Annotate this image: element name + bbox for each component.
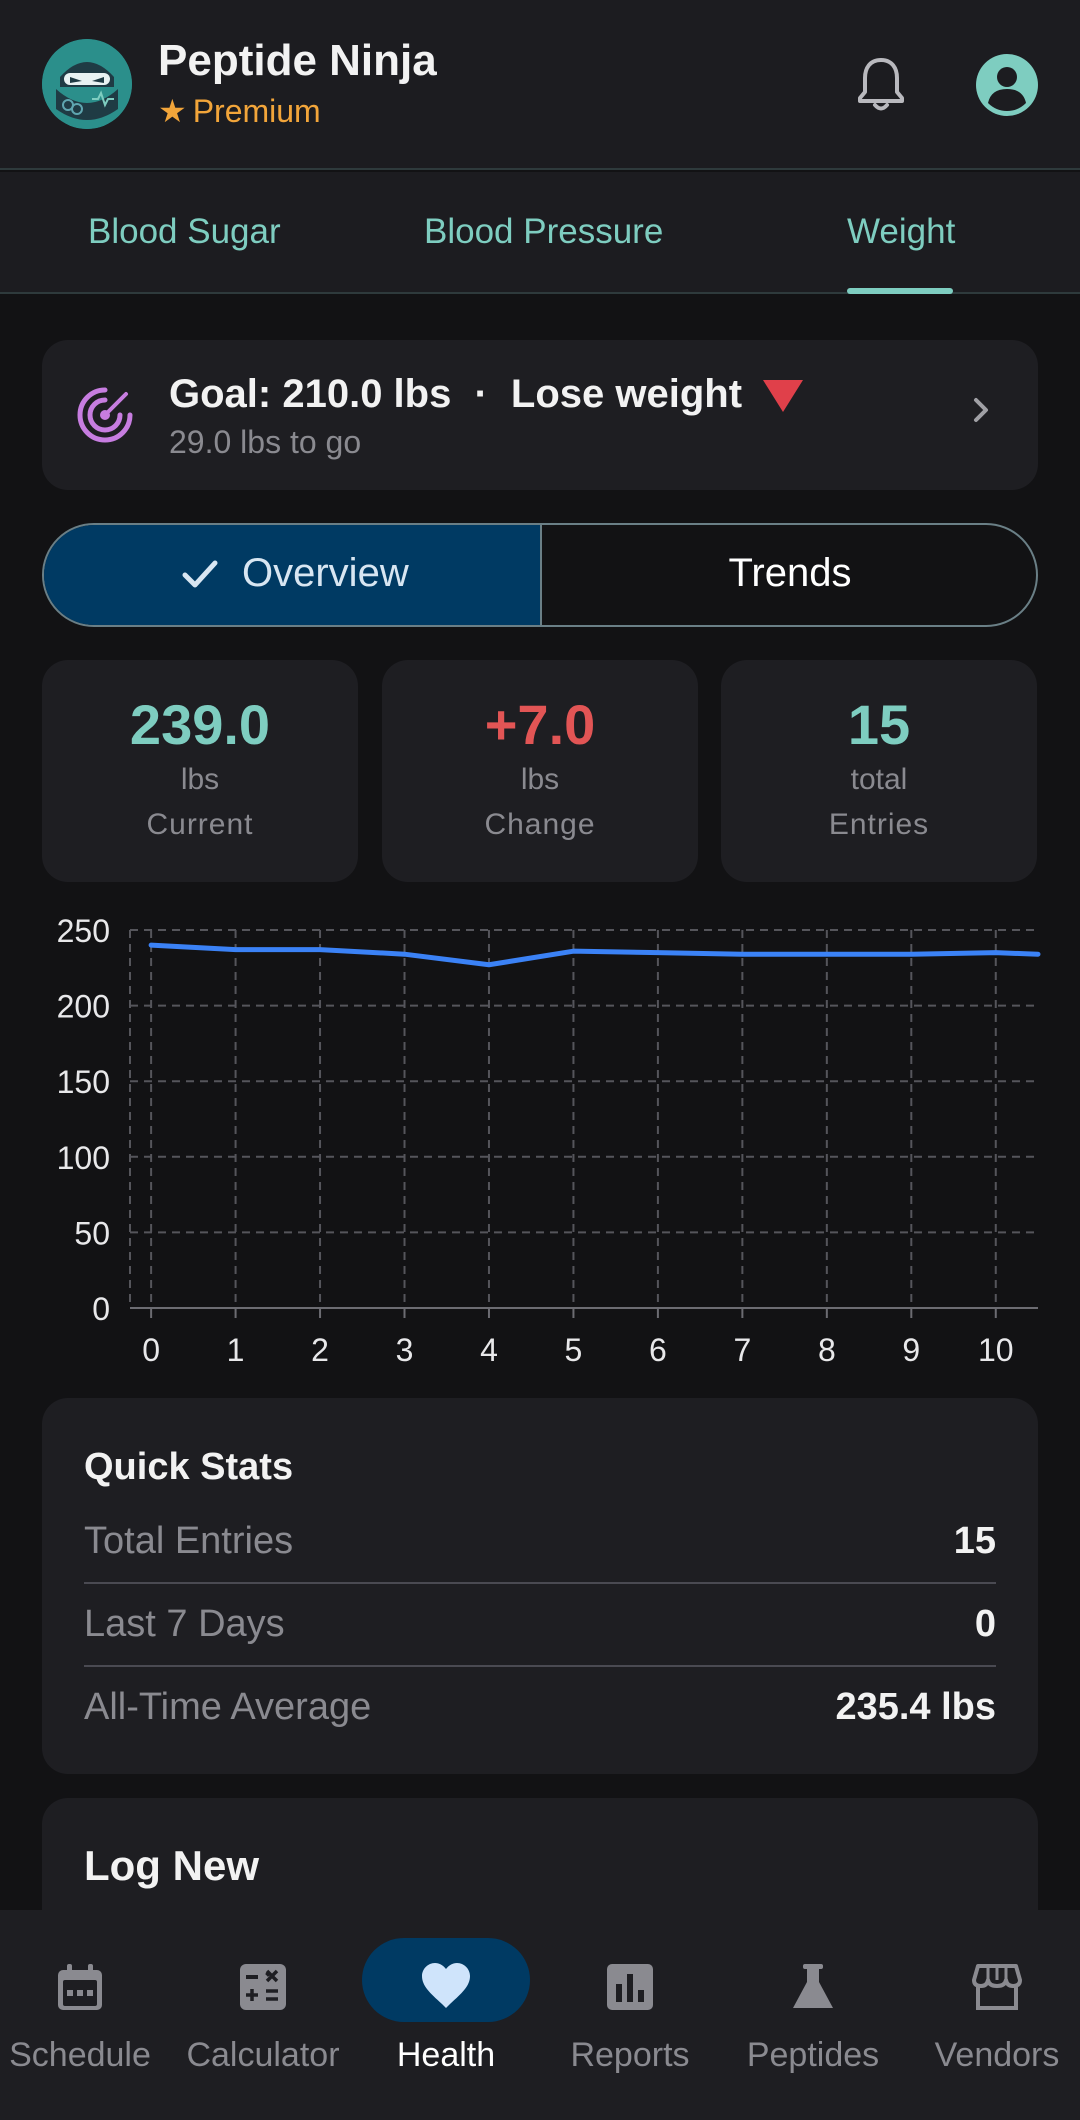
overview-segment[interactable]: Overview	[44, 525, 540, 625]
current-value: 239.0	[129, 693, 271, 756]
flask-icon	[788, 1962, 838, 2012]
store-icon	[972, 1962, 1022, 2012]
entries-unit: total	[850, 763, 908, 796]
y-tick-label: 100	[57, 1140, 110, 1176]
nav-health[interactable]: Health	[356, 1910, 536, 2120]
nav-calculator[interactable]: Calculator	[173, 1910, 353, 2120]
current-unit: lbs	[180, 763, 220, 796]
change-unit: lbs	[520, 763, 560, 796]
y-tick-label: 200	[57, 989, 110, 1025]
weight-series-line	[148, 942, 1041, 968]
x-tick-label: 4	[480, 1332, 498, 1368]
active-tab-indicator	[847, 288, 953, 294]
quick-stats-title: Quick Stats	[84, 1446, 294, 1488]
stat-row-label: Total Entries	[84, 1520, 294, 1562]
bell-icon[interactable]	[856, 56, 906, 114]
nav-label: Health	[396, 2036, 496, 2074]
calendar-icon	[55, 1962, 105, 2012]
weight-line-chart: 0 50 100 150 200 250 0 1 2 3 4 5 6 7 8 9 10	[57, 913, 1041, 1368]
x-tick-label: 10	[978, 1332, 1014, 1368]
x-tick-label: 2	[311, 1332, 329, 1368]
goal-title: Goal: 210.0 lbs · Lose weight	[169, 372, 804, 417]
heart-icon	[421, 1962, 471, 2012]
goal-target: Goal: 210.0 lbs	[169, 372, 452, 416]
overview-label: Overview	[242, 551, 409, 595]
app-header: Peptide Ninja ★ Premium	[0, 0, 1080, 170]
star-icon: ★	[158, 93, 187, 129]
nav-reports[interactable]: Reports	[540, 1910, 720, 2120]
view-toggle: Overview Trends	[42, 523, 1038, 627]
bottom-navigation: Schedule Calculator Health Reports Pepti…	[0, 1910, 1080, 2120]
y-tick-label: 250	[57, 913, 110, 949]
divider	[84, 1582, 996, 1584]
quick-stats-card: Quick Stats Total Entries 15 Last 7 Days…	[42, 1398, 1038, 1774]
change-value: +7.0	[484, 693, 596, 756]
goal-remaining: 29.0 lbs to go	[169, 424, 362, 460]
x-tick-label: 9	[902, 1332, 920, 1368]
account-icon[interactable]	[975, 53, 1039, 117]
y-tick-label: 0	[92, 1291, 110, 1327]
goal-card[interactable]: Goal: 210.0 lbs · Lose weight 29.0 lbs t…	[42, 340, 1038, 490]
goal-separator: ·	[474, 372, 488, 416]
trends-segment[interactable]: Trends	[542, 551, 1036, 596]
x-tick-label: 0	[142, 1332, 160, 1368]
check-icon	[179, 553, 221, 595]
entries-value: 15	[847, 693, 911, 756]
x-tick-label: 7	[733, 1332, 751, 1368]
nav-peptides[interactable]: Peptides	[723, 1910, 903, 2120]
chevron-right-icon[interactable]	[970, 390, 994, 440]
bar-chart-icon	[605, 1962, 655, 2012]
nav-label: Reports	[570, 2036, 690, 2074]
app-title: Peptide Ninja	[158, 36, 437, 85]
tab-blood-sugar[interactable]: Blood Sugar	[88, 212, 281, 252]
x-tick-label: 5	[565, 1332, 583, 1368]
x-tick-label: 6	[649, 1332, 667, 1368]
entries-label: Entries	[828, 808, 930, 841]
down-triangle-icon	[763, 380, 804, 413]
stat-card-entries: 15 total Entries	[721, 660, 1037, 882]
tab-blood-pressure[interactable]: Blood Pressure	[424, 212, 663, 252]
tab-weight[interactable]: Weight	[847, 212, 955, 252]
divider	[84, 1665, 996, 1667]
goal-direction: Lose weight	[510, 372, 743, 416]
x-tick-label: 1	[227, 1332, 245, 1368]
stat-row-all-time-average: All-Time Average 235.4 lbs	[84, 1686, 996, 1746]
health-tabs: Blood Sugar Blood Pressure Weight	[0, 172, 1080, 294]
premium-label: Premium	[192, 93, 321, 129]
ninja-logo	[42, 39, 132, 129]
stat-row-label: Last 7 Days	[84, 1603, 285, 1645]
log-new-title: Log New	[84, 1842, 259, 1889]
y-tick-label: 150	[57, 1064, 110, 1100]
target-icon	[76, 386, 134, 444]
stat-row-value: 235.4 lbs	[835, 1686, 996, 1728]
x-tick-label: 8	[818, 1332, 836, 1368]
premium-badge: ★ Premium	[158, 92, 321, 130]
current-label: Current	[146, 808, 254, 841]
stat-row-value: 0	[974, 1603, 996, 1645]
x-tick-label: 3	[396, 1332, 414, 1368]
stat-row-value: 15	[953, 1520, 996, 1562]
change-label: Change	[484, 808, 596, 841]
nav-label: Peptides	[746, 2036, 880, 2074]
y-tick-label: 50	[74, 1215, 110, 1251]
nav-vendors[interactable]: Vendors	[907, 1910, 1080, 2120]
stat-row-label: All-Time Average	[84, 1686, 372, 1728]
nav-label: Calculator	[186, 2036, 340, 2074]
stat-card-current: 239.0 lbs Current	[42, 660, 358, 882]
stat-row-last-7-days: Last 7 Days 0	[84, 1603, 996, 1663]
nav-label: Schedule	[9, 2036, 151, 2074]
calculator-icon	[238, 1962, 288, 2012]
nav-label: Vendors	[934, 2036, 1060, 2074]
weight-chart: 0 50 100 150 200 250 0 1 2 3 4 5 6 7 8 9 10	[0, 900, 1080, 1380]
stat-card-change: +7.0 lbs Change	[382, 660, 698, 882]
nav-schedule[interactable]: Schedule	[0, 1910, 170, 2120]
stat-row-total-entries: Total Entries 15	[84, 1520, 996, 1580]
